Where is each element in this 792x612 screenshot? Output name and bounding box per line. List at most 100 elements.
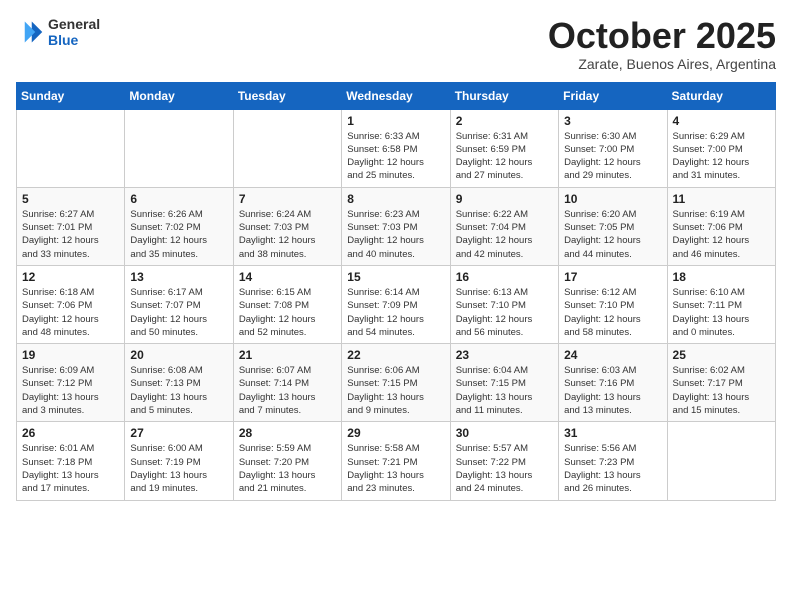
calendar-day-cell: 25Sunrise: 6:02 AM Sunset: 7:17 PM Dayli…	[667, 344, 775, 422]
calendar-day-cell: 21 Sunrise: 6:07 AM Sunset: 7:14 PM Dayli…	[233, 344, 341, 422]
title-block: October 2025 Zarate, Buenos Aires, Argen…	[548, 16, 776, 72]
calendar-day-cell: 9 Sunrise: 6:22 AM Sunset: 7:04 PM Daylig…	[450, 187, 558, 265]
day-number: 30	[456, 426, 553, 440]
day-info: Sunrise: 6:22 AM Sunset: 7:04 PM Dayligh…	[456, 208, 553, 261]
day-number: 11	[673, 192, 770, 206]
calendar-day-cell: 5 Sunrise: 6:27 AM Sunset: 7:01 PM Daylig…	[17, 187, 125, 265]
calendar-day-cell: 1Sunrise: 6:33 AM Sunset: 6:58 PM Daylig…	[342, 109, 450, 187]
day-number: 14	[239, 270, 336, 284]
day-info: Sunrise: 6:10 AM Sunset: 7:11 PM Dayligh…	[673, 286, 770, 339]
day-info: Sunrise: 6:27 AM Sunset: 7:01 PM Dayligh…	[22, 208, 119, 261]
day-number: 28	[239, 426, 336, 440]
calendar-day-cell: 14Sunrise: 6:15 AM Sunset: 7:08 PM Dayli…	[233, 265, 341, 343]
calendar-day-cell: 15 Sunrise: 6:14 AM Sunset: 7:09 PM Dayli…	[342, 265, 450, 343]
day-info: Sunrise: 6:06 AM Sunset: 7:15 PM Dayligh…	[347, 364, 444, 417]
day-number: 15	[347, 270, 444, 284]
day-number: 26	[22, 426, 119, 440]
day-info: Sunrise: 6:12 AM Sunset: 7:10 PM Dayligh…	[564, 286, 661, 339]
day-info: Sunrise: 6:23 AM Sunset: 7:03 PM Dayligh…	[347, 208, 444, 261]
day-info: Sunrise: 6:00 AM Sunset: 7:19 PM Dayligh…	[130, 442, 227, 495]
day-number: 13	[130, 270, 227, 284]
day-info: Sunrise: 5:59 AM Sunset: 7:20 PM Dayligh…	[239, 442, 336, 495]
day-info: Sunrise: 6:03 AM Sunset: 7:16 PM Dayligh…	[564, 364, 661, 417]
logo-text: General Blue	[48, 16, 100, 48]
calendar-day-cell: 22 Sunrise: 6:06 AM Sunset: 7:15 PM Dayli…	[342, 344, 450, 422]
weekday-header-monday: Monday	[125, 82, 233, 109]
calendar-day-cell: 31 Sunrise: 5:56 AM Sunset: 7:23 PM Dayli…	[559, 422, 667, 500]
logo: General Blue	[16, 16, 100, 48]
day-info: Sunrise: 6:02 AM Sunset: 7:17 PM Dayligh…	[673, 364, 770, 417]
day-number: 29	[347, 426, 444, 440]
weekday-header-row: SundayMondayTuesdayWednesdayThursdayFrid…	[17, 82, 776, 109]
logo-blue-label: Blue	[48, 32, 100, 48]
weekday-header-saturday: Saturday	[667, 82, 775, 109]
calendar-day-cell: 27 Sunrise: 6:00 AM Sunset: 7:19 PM Dayli…	[125, 422, 233, 500]
calendar-day-cell: 12Sunrise: 6:18 AM Sunset: 7:06 PM Dayli…	[17, 265, 125, 343]
day-number: 7	[239, 192, 336, 206]
day-number: 18	[673, 270, 770, 284]
logo-icon	[16, 18, 44, 46]
day-number: 4	[673, 114, 770, 128]
empty-day-cell	[17, 109, 125, 187]
day-number: 21	[239, 348, 336, 362]
calendar-week-row: 19Sunrise: 6:09 AM Sunset: 7:12 PM Dayli…	[17, 344, 776, 422]
calendar-day-cell: 11 Sunrise: 6:19 AM Sunset: 7:06 PM Dayli…	[667, 187, 775, 265]
day-info: Sunrise: 6:29 AM Sunset: 7:00 PM Dayligh…	[673, 130, 770, 183]
day-info: Sunrise: 6:19 AM Sunset: 7:06 PM Dayligh…	[673, 208, 770, 261]
weekday-header-sunday: Sunday	[17, 82, 125, 109]
day-info: Sunrise: 6:31 AM Sunset: 6:59 PM Dayligh…	[456, 130, 553, 183]
calendar-day-cell: 2 Sunrise: 6:31 AM Sunset: 6:59 PM Daylig…	[450, 109, 558, 187]
day-number: 6	[130, 192, 227, 206]
day-number: 8	[347, 192, 444, 206]
calendar-day-cell: 16 Sunrise: 6:13 AM Sunset: 7:10 PM Dayli…	[450, 265, 558, 343]
day-info: Sunrise: 6:20 AM Sunset: 7:05 PM Dayligh…	[564, 208, 661, 261]
calendar-day-cell: 29 Sunrise: 5:58 AM Sunset: 7:21 PM Dayli…	[342, 422, 450, 500]
calendar-day-cell: 26Sunrise: 6:01 AM Sunset: 7:18 PM Dayli…	[17, 422, 125, 500]
day-number: 1	[347, 114, 444, 128]
day-number: 19	[22, 348, 119, 362]
day-number: 31	[564, 426, 661, 440]
day-number: 5	[22, 192, 119, 206]
day-number: 2	[456, 114, 553, 128]
day-info: Sunrise: 6:07 AM Sunset: 7:14 PM Dayligh…	[239, 364, 336, 417]
day-number: 22	[347, 348, 444, 362]
day-number: 3	[564, 114, 661, 128]
calendar-day-cell: 19Sunrise: 6:09 AM Sunset: 7:12 PM Dayli…	[17, 344, 125, 422]
day-info: Sunrise: 5:57 AM Sunset: 7:22 PM Dayligh…	[456, 442, 553, 495]
day-number: 24	[564, 348, 661, 362]
month-title: October 2025	[548, 16, 776, 56]
calendar-day-cell: 8 Sunrise: 6:23 AM Sunset: 7:03 PM Daylig…	[342, 187, 450, 265]
day-number: 9	[456, 192, 553, 206]
day-info: Sunrise: 6:17 AM Sunset: 7:07 PM Dayligh…	[130, 286, 227, 339]
day-number: 16	[456, 270, 553, 284]
calendar-day-cell: 24 Sunrise: 6:03 AM Sunset: 7:16 PM Dayli…	[559, 344, 667, 422]
calendar-day-cell: 28 Sunrise: 5:59 AM Sunset: 7:20 PM Dayli…	[233, 422, 341, 500]
calendar-day-cell: 7 Sunrise: 6:24 AM Sunset: 7:03 PM Daylig…	[233, 187, 341, 265]
empty-day-cell	[233, 109, 341, 187]
calendar-day-cell: 10 Sunrise: 6:20 AM Sunset: 7:05 PM Dayli…	[559, 187, 667, 265]
calendar-week-row: 5 Sunrise: 6:27 AM Sunset: 7:01 PM Daylig…	[17, 187, 776, 265]
day-info: Sunrise: 6:30 AM Sunset: 7:00 PM Dayligh…	[564, 130, 661, 183]
day-number: 12	[22, 270, 119, 284]
empty-day-cell	[125, 109, 233, 187]
day-info: Sunrise: 6:26 AM Sunset: 7:02 PM Dayligh…	[130, 208, 227, 261]
calendar-day-cell: 3 Sunrise: 6:30 AM Sunset: 7:00 PM Daylig…	[559, 109, 667, 187]
day-number: 23	[456, 348, 553, 362]
calendar-day-cell: 20Sunrise: 6:08 AM Sunset: 7:13 PM Dayli…	[125, 344, 233, 422]
day-info: Sunrise: 5:56 AM Sunset: 7:23 PM Dayligh…	[564, 442, 661, 495]
calendar-day-cell: 6 Sunrise: 6:26 AM Sunset: 7:02 PM Daylig…	[125, 187, 233, 265]
calendar-day-cell: 18 Sunrise: 6:10 AM Sunset: 7:11 PM Dayli…	[667, 265, 775, 343]
day-info: Sunrise: 6:24 AM Sunset: 7:03 PM Dayligh…	[239, 208, 336, 261]
calendar-day-cell: 17Sunrise: 6:12 AM Sunset: 7:10 PM Dayli…	[559, 265, 667, 343]
calendar-day-cell: 23 Sunrise: 6:04 AM Sunset: 7:15 PM Dayli…	[450, 344, 558, 422]
weekday-header-tuesday: Tuesday	[233, 82, 341, 109]
day-info: Sunrise: 6:04 AM Sunset: 7:15 PM Dayligh…	[456, 364, 553, 417]
weekday-header-wednesday: Wednesday	[342, 82, 450, 109]
logo-general-label: General	[48, 16, 100, 32]
day-info: Sunrise: 6:14 AM Sunset: 7:09 PM Dayligh…	[347, 286, 444, 339]
calendar-day-cell: 30 Sunrise: 5:57 AM Sunset: 7:22 PM Dayli…	[450, 422, 558, 500]
day-info: Sunrise: 5:58 AM Sunset: 7:21 PM Dayligh…	[347, 442, 444, 495]
day-number: 27	[130, 426, 227, 440]
day-number: 10	[564, 192, 661, 206]
day-info: Sunrise: 6:13 AM Sunset: 7:10 PM Dayligh…	[456, 286, 553, 339]
